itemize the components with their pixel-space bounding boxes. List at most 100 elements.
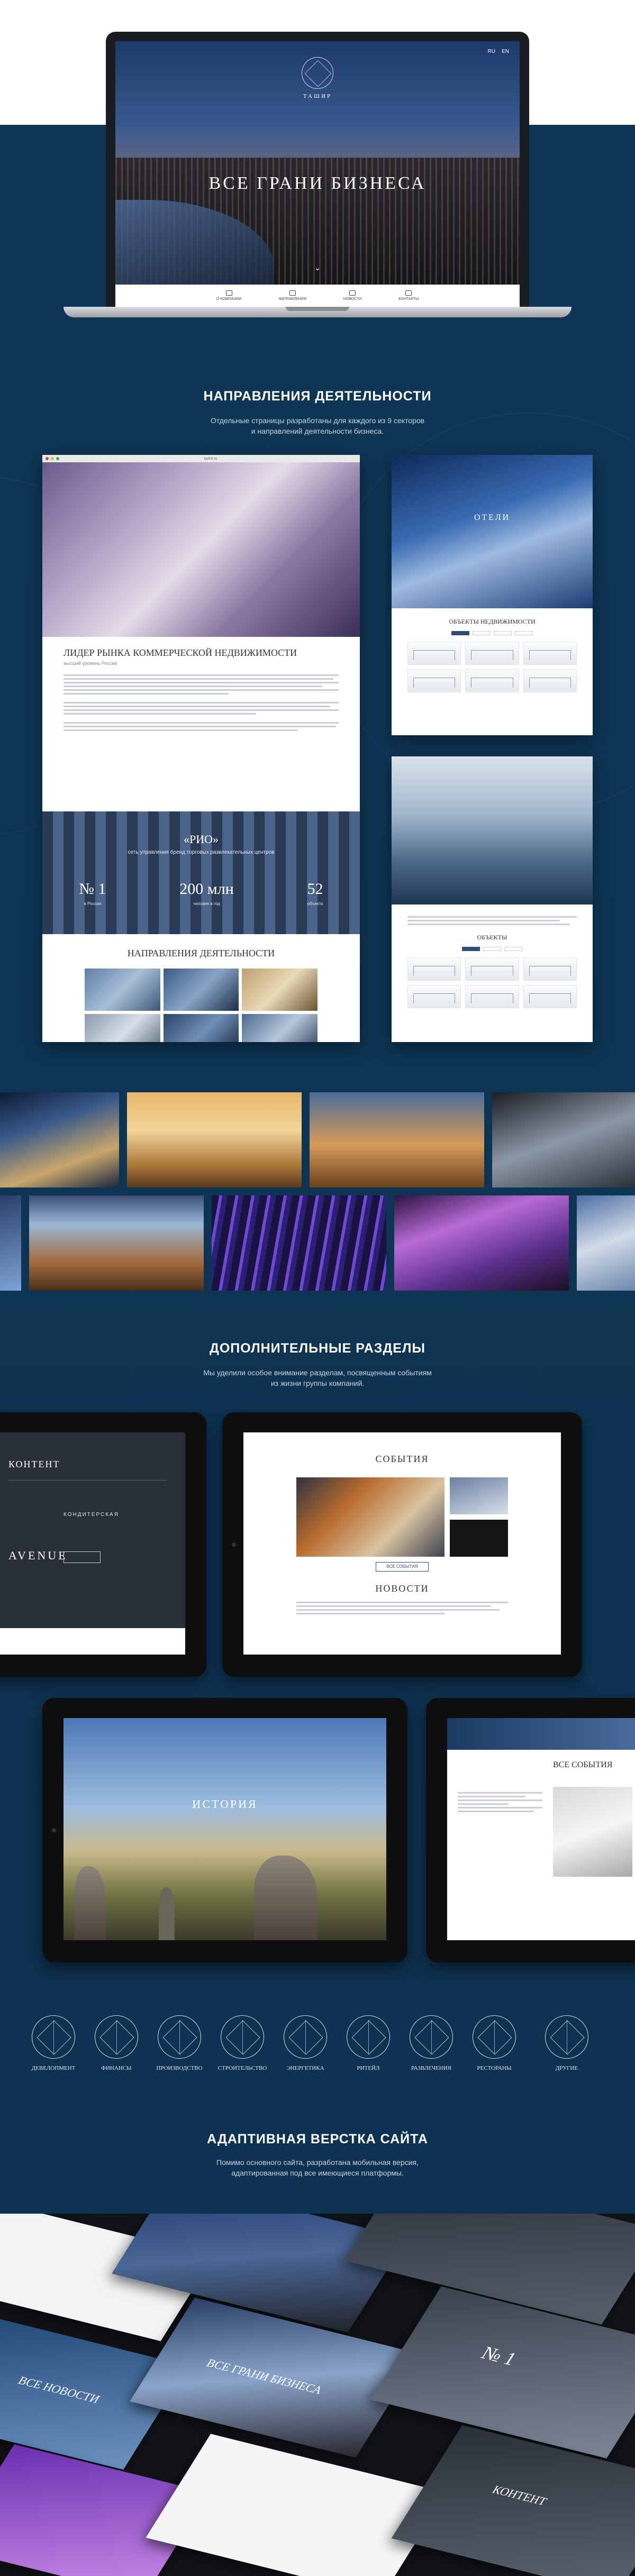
lang-ru-link[interactable]: RU	[488, 49, 495, 54]
filter-tab[interactable]	[462, 947, 480, 951]
collage-news-title: ВСЕ НОВОСТИ	[15, 2373, 103, 2406]
body-text	[64, 674, 339, 731]
directions-grid	[85, 969, 318, 1042]
category-label: РАЗВЛЕЧЕНИЯ	[411, 2065, 452, 2071]
mobile-screen-list	[146, 2434, 447, 2576]
photo-city-night	[0, 1092, 119, 1187]
all-events-button[interactable]: ВСЕ СОБЫТИЯ	[376, 1562, 429, 1572]
category-restaurants[interactable]: РЕСТОРАНЫ	[468, 2015, 521, 2071]
category-label: ДРУГИЕ	[555, 2065, 578, 2071]
category-entertainment[interactable]: РАЗВЛЕЧЕНИЯ	[405, 2015, 458, 2071]
tablet-camera	[232, 1542, 236, 1547]
tablet-content: КОНТЕНТ AVENUE КОНДИТЕРСКАЯ	[0, 1412, 206, 1677]
intro-text	[407, 916, 577, 925]
event-photo[interactable]	[553, 1787, 632, 1877]
section-subtitle: Помимо основного сайта, разработана моби…	[0, 2157, 635, 2178]
hero-image: ТАШИР RU EN ВСЕ ГРАНИ БИЗНЕСА ⌄	[115, 41, 520, 285]
direction-thumb[interactable]	[163, 1014, 239, 1042]
filter-tab[interactable]	[504, 947, 522, 951]
stone-monument	[74, 1866, 106, 1940]
direction-thumb[interactable]	[163, 969, 239, 1011]
filter-tab[interactable]	[473, 631, 491, 635]
chevron-down-icon[interactable]: ⌄	[314, 263, 321, 272]
section-title-adaptive: АДАПТИВНАЯ ВЕРСТКА САЙТА	[207, 2132, 428, 2146]
retail-icon	[347, 2015, 390, 2059]
more-button[interactable]	[64, 1551, 101, 1563]
object-card[interactable]	[407, 669, 461, 692]
tablet-camera	[52, 1828, 56, 1832]
main-heading: ЛИДЕР РЫНКА КОММЕРЧЕСКОЙ НЕДВИЖИМОСТИ	[64, 647, 297, 658]
category-construction[interactable]: СТРОИТЕЛЬСТВО	[216, 2015, 269, 2071]
menu-item-contacts[interactable]: КОНТАКТЫ	[398, 290, 419, 301]
lang-en-link[interactable]: EN	[502, 49, 509, 54]
page-mockup-objects: ОБЪЕКТЫ	[392, 756, 593, 1042]
news-list	[296, 1602, 508, 1616]
object-card[interactable]	[407, 957, 461, 981]
photo-glass-building	[577, 1195, 635, 1291]
other-icon	[545, 2015, 588, 2059]
mobile-collage: ВСЕ НОВОСТИ ВСЕ ГРАНИ БИЗНЕСА № 1 КОНТЕН…	[0, 2214, 635, 2576]
direction-thumb[interactable]	[85, 969, 160, 1011]
category-production[interactable]: ПРОИЗВОДСТВО	[153, 2015, 206, 2071]
photo-restaurant	[394, 1195, 569, 1291]
browser-url: tashir.ru	[204, 456, 217, 461]
menu-item-news[interactable]: НОВОСТИ	[343, 290, 362, 301]
about-icon	[225, 290, 232, 296]
object-card[interactable]	[523, 957, 577, 981]
object-card[interactable]	[465, 642, 519, 665]
category-label: РЕСТОРАНЫ	[477, 2065, 512, 2071]
direction-thumb[interactable]	[242, 969, 318, 1011]
brand-tag: КОНДИТЕРСКАЯ	[64, 1512, 119, 1518]
object-card[interactable]	[465, 985, 519, 1008]
objects-grid	[407, 642, 577, 692]
contacts-icon	[405, 290, 412, 296]
filter-tab[interactable]	[494, 631, 512, 635]
event-image-tiger[interactable]	[296, 1477, 444, 1557]
filter-tab[interactable]	[483, 947, 501, 951]
collage-content-title: КОНТЕНТ	[489, 2483, 550, 2508]
collage-hero-title: ВСЕ ГРАНИ БИЗНЕСА	[204, 2356, 325, 2397]
rio-banner: «РИО» сеть управления бренд торговых раз…	[42, 811, 360, 934]
category-retail[interactable]: РИТЕЙЛ	[342, 2015, 395, 2071]
tablet-screen: ИСТОРИЯ	[64, 1718, 386, 1940]
object-card[interactable]	[465, 957, 519, 981]
subtitle-line: и направлений деятельности бизнеса.	[251, 427, 384, 435]
development-icon	[32, 2015, 75, 2059]
language-switch: RU EN	[488, 49, 509, 54]
hero-menu: О КОМПАНИИ НАПРАВЛЕНИЯ НОВОСТИ КОНТАКТЫ	[115, 285, 520, 307]
category-label: РИТЕЙЛ	[357, 2065, 380, 2071]
menu-label: НОВОСТИ	[343, 297, 362, 301]
divider	[8, 1480, 167, 1481]
menu-item-directions[interactable]: НАПРАВЛЕНИЯ	[278, 290, 306, 301]
stat-item: 52 объекта	[307, 880, 323, 908]
event-image-city[interactable]	[450, 1477, 508, 1514]
object-card[interactable]	[523, 669, 577, 692]
object-card[interactable]	[407, 985, 461, 1008]
direction-thumb[interactable]	[242, 1014, 318, 1042]
entertainment-icon	[410, 2015, 453, 2059]
menu-item-about[interactable]: О КОМПАНИИ	[216, 290, 241, 301]
object-card[interactable]	[523, 985, 577, 1008]
filter-tab[interactable]	[451, 631, 469, 635]
objects-heading: ОБЪЕКТЫ	[477, 934, 507, 941]
filter-tab[interactable]	[515, 631, 533, 635]
logo-icon[interactable]	[302, 57, 333, 89]
browser-bar: tashir.ru	[42, 455, 360, 462]
mall-atrium-image	[42, 462, 360, 637]
events-title: СОБЫТИЯ	[375, 1454, 429, 1464]
brand-avenue: AVENUE	[8, 1549, 68, 1562]
photo-construction-cranes	[127, 1092, 302, 1187]
page: ТАШИР RU EN ВСЕ ГРАНИ БИЗНЕСА ⌄ О КОМПАН…	[0, 0, 635, 2576]
event-image-dark[interactable]	[450, 1520, 508, 1557]
category-other[interactable]: ДРУГИЕ	[540, 2015, 593, 2071]
category-energy[interactable]: ЭНЕРГЕТИКА	[279, 2015, 332, 2071]
rio-subtitle: сеть управления бренд торговых развлекат…	[128, 849, 275, 855]
direction-thumb[interactable]	[85, 1014, 160, 1042]
subtitle-line: Мы уделили особое внимание разделам, пос…	[203, 1368, 432, 1377]
hero-title: ВСЕ ГРАНИ БИЗНЕСА	[208, 173, 427, 193]
category-development[interactable]: ДЕВЕЛОПМЕНТ	[27, 2015, 80, 2071]
object-card[interactable]	[523, 642, 577, 665]
object-card[interactable]	[407, 642, 461, 665]
object-card[interactable]	[465, 669, 519, 692]
category-finance[interactable]: ФИНАНСЫ	[90, 2015, 143, 2071]
